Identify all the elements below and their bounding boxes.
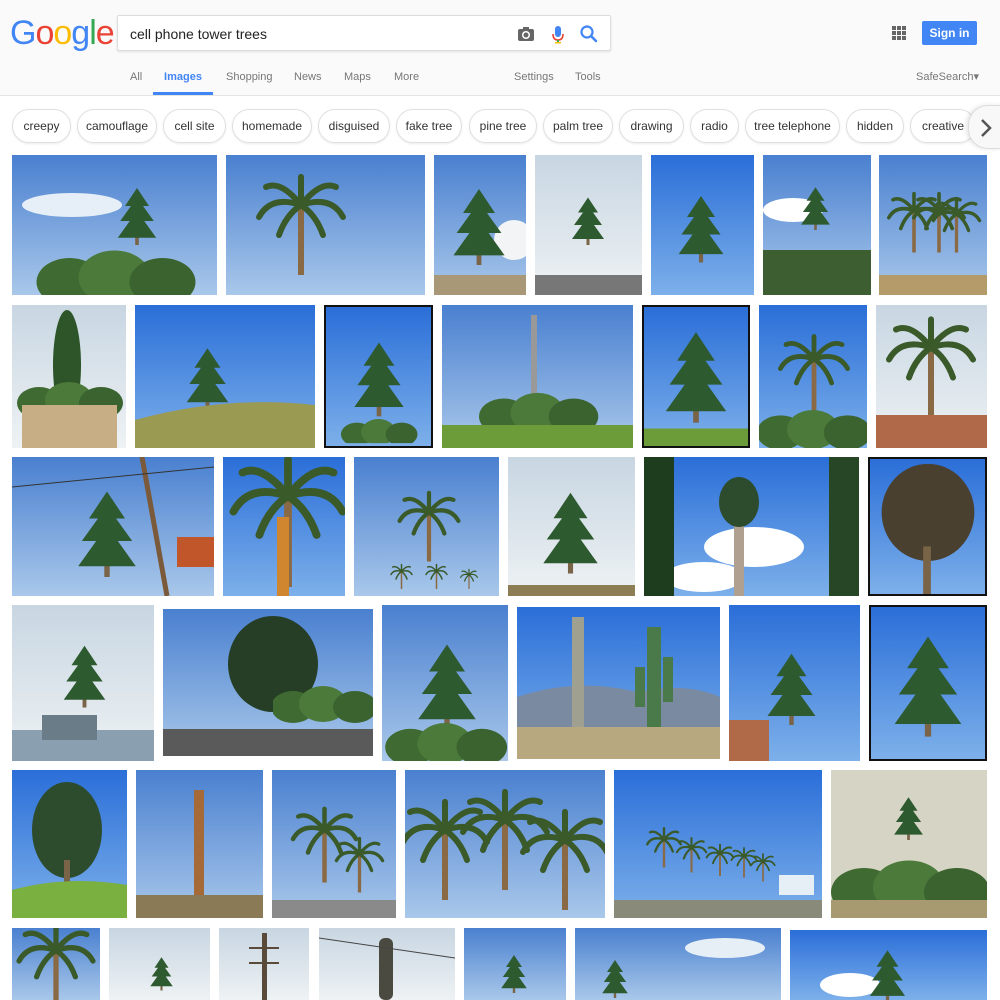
related-chips-bar: creepy camouflage cell site homemade dis… <box>0 96 1000 156</box>
camera-icon[interactable] <box>515 23 537 45</box>
image-result[interactable] <box>614 770 822 918</box>
image-result[interactable] <box>759 305 867 448</box>
image-result[interactable] <box>109 928 210 1000</box>
chip-hidden[interactable]: hidden <box>846 109 904 143</box>
search-icon[interactable] <box>578 23 600 45</box>
sign-in-button[interactable]: Sign in <box>922 21 977 45</box>
image-result[interactable] <box>272 770 396 918</box>
image-result[interactable] <box>642 305 750 448</box>
image-result[interactable] <box>12 928 100 1000</box>
tab-shopping[interactable]: Shopping <box>226 62 273 95</box>
image-result[interactable] <box>354 457 499 596</box>
image-result[interactable] <box>869 605 987 761</box>
apps-grid-icon[interactable] <box>891 25 907 41</box>
image-result[interactable] <box>136 770 263 918</box>
chip-radio[interactable]: radio <box>690 109 739 143</box>
image-result[interactable] <box>12 457 214 596</box>
search-box <box>117 15 611 51</box>
image-result[interactable] <box>879 155 987 295</box>
google-logo[interactable]: Google <box>10 14 115 52</box>
image-result[interactable] <box>405 770 605 918</box>
image-result[interactable] <box>508 457 635 596</box>
image-result[interactable] <box>763 155 871 295</box>
image-result[interactable] <box>223 457 345 596</box>
chip-cell-site[interactable]: cell site <box>163 109 226 143</box>
chevron-down-icon: ▾ <box>973 71 980 83</box>
image-result[interactable] <box>135 305 315 448</box>
logo-letter-o1: o <box>35 14 54 52</box>
image-result[interactable] <box>324 305 433 448</box>
safesearch-label: SafeSearch <box>916 71 974 83</box>
chip-creative[interactable]: creative <box>910 109 976 143</box>
chip-palm-tree[interactable]: palm tree <box>543 109 613 143</box>
image-result[interactable] <box>434 155 526 295</box>
image-result[interactable] <box>644 457 859 596</box>
tab-more[interactable]: More <box>394 62 419 95</box>
logo-letter-o2: o <box>53 14 72 52</box>
chip-fake-tree[interactable]: fake tree <box>396 109 462 143</box>
image-result[interactable] <box>12 605 154 761</box>
chip-tree-telephone[interactable]: tree telephone <box>745 109 840 143</box>
image-result[interactable] <box>219 928 309 1000</box>
image-result[interactable] <box>382 605 508 761</box>
image-result[interactable] <box>831 770 987 918</box>
image-result[interactable] <box>876 305 987 448</box>
chip-camouflage[interactable]: camouflage <box>77 109 157 143</box>
tab-maps[interactable]: Maps <box>344 62 371 95</box>
image-result[interactable] <box>464 928 566 1000</box>
image-result[interactable] <box>729 605 860 761</box>
image-result[interactable] <box>517 607 720 759</box>
safesearch-menu[interactable]: SafeSearch▾ <box>916 62 979 92</box>
image-result[interactable] <box>226 155 425 295</box>
chip-creepy[interactable]: creepy <box>12 109 71 143</box>
image-result[interactable] <box>575 928 781 1000</box>
search-input[interactable] <box>130 24 510 44</box>
image-result[interactable] <box>790 930 987 1000</box>
image-result[interactable] <box>535 155 642 295</box>
chevron-right-icon <box>981 119 992 137</box>
image-result[interactable] <box>319 928 455 1000</box>
chip-homemade[interactable]: homemade <box>232 109 312 143</box>
tab-images[interactable]: Images <box>153 62 213 95</box>
tab-settings[interactable]: Settings <box>514 62 554 95</box>
chips-next-button[interactable] <box>968 105 1000 149</box>
logo-letter-e: e <box>95 14 115 52</box>
image-result[interactable] <box>651 155 754 295</box>
mic-icon[interactable] <box>547 23 569 45</box>
logo-letter-g2: g <box>71 14 90 52</box>
image-result[interactable] <box>163 609 373 756</box>
image-result[interactable] <box>868 457 987 596</box>
image-result[interactable] <box>12 155 217 295</box>
chip-disguised[interactable]: disguised <box>318 109 390 143</box>
tab-news[interactable]: News <box>294 62 322 95</box>
tab-all[interactable]: All <box>130 62 142 95</box>
chip-drawing[interactable]: drawing <box>619 109 684 143</box>
chip-pine-tree[interactable]: pine tree <box>469 109 537 143</box>
top-bar: Google Sign in All Images Shopping News … <box>0 0 1000 96</box>
image-result[interactable] <box>442 305 633 448</box>
tab-tools[interactable]: Tools <box>575 62 601 95</box>
image-result[interactable] <box>12 305 126 448</box>
image-result[interactable] <box>12 770 127 918</box>
logo-letter-g: G <box>10 14 36 52</box>
